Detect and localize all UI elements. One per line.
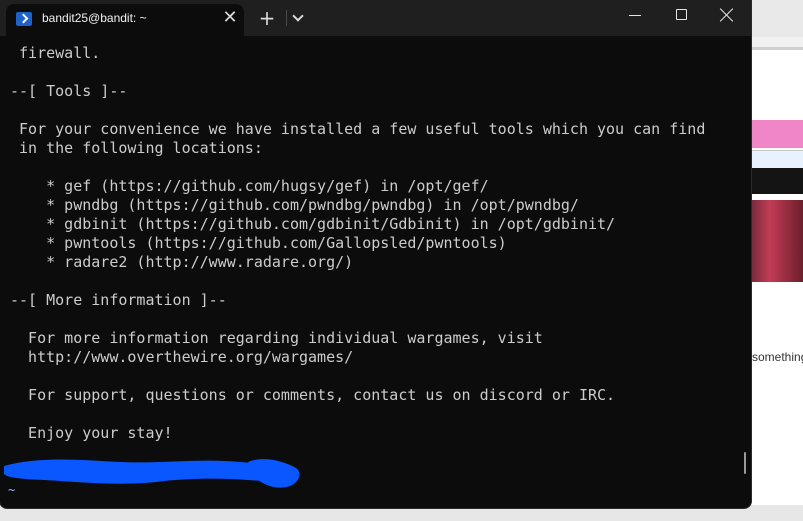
maximize-button[interactable] bbox=[658, 0, 704, 32]
terminal-line: * radare2 (http://www.radare.org/) bbox=[10, 253, 354, 271]
terminal-line: in the following locations: bbox=[10, 139, 263, 157]
prompt-tilde: ~ bbox=[8, 483, 16, 497]
terminal-line: For your convenience we have installed a… bbox=[10, 120, 706, 138]
titlebar-separator bbox=[286, 10, 287, 26]
background-strip bbox=[743, 37, 803, 47]
terminal-line: * gef (https://github.com/hugsy/gef) in … bbox=[10, 177, 489, 195]
terminal-line: Enjoy your stay! bbox=[10, 424, 173, 442]
terminal-tab[interactable]: bandit25@bandit: ~ ✕ bbox=[6, 4, 244, 36]
close-tab-button[interactable]: ✕ bbox=[220, 8, 240, 28]
minimize-icon bbox=[629, 15, 641, 16]
background-pink-stripe bbox=[750, 120, 803, 148]
new-tab-button[interactable]: + bbox=[257, 6, 277, 30]
terminal-line: --[ More information ]-- bbox=[10, 291, 227, 309]
terminal-line: http://www.overthewire.org/wargames/ bbox=[10, 348, 354, 366]
tab-title: bandit25@bandit: ~ bbox=[42, 11, 147, 25]
terminal-line: * pwndbg (https://github.com/pwndbg/pwnd… bbox=[10, 196, 579, 214]
title-bar[interactable]: bandit25@bandit: ~ ✕ + bbox=[0, 0, 751, 36]
background-dark-bar bbox=[752, 168, 803, 194]
terminal-line: For more information regarding individua… bbox=[10, 329, 543, 347]
background-snippet: something bbox=[752, 350, 803, 364]
background-mini-toolbar bbox=[752, 150, 803, 169]
maximize-icon bbox=[676, 9, 687, 20]
terminal-window[interactable]: bandit25@bandit: ~ ✕ + firewall. --[ Too… bbox=[0, 0, 751, 508]
close-icon bbox=[718, 6, 736, 24]
terminal-output[interactable]: firewall. --[ Tools ]-- For your conveni… bbox=[10, 44, 740, 494]
terminal-line: * pwntools (https://github.com/Gallopsle… bbox=[10, 234, 507, 252]
terminal-scrollbar[interactable] bbox=[744, 452, 746, 474]
tab-menu-chevron-down-icon[interactable] bbox=[291, 10, 305, 24]
terminal-line: firewall. bbox=[10, 44, 101, 62]
terminal-line: For support, questions or comments, cont… bbox=[10, 386, 616, 404]
minimize-button[interactable] bbox=[612, 0, 658, 32]
terminal-line: --[ Tools ]-- bbox=[10, 82, 128, 100]
close-window-button[interactable] bbox=[704, 0, 750, 32]
powershell-icon bbox=[16, 12, 32, 26]
screen: something bandit25@bandit: ~ ✕ + firewal… bbox=[0, 0, 803, 521]
background-image bbox=[752, 200, 803, 282]
terminal-line: * gdbinit (https://github.com/gdbinit/Gd… bbox=[10, 215, 616, 233]
